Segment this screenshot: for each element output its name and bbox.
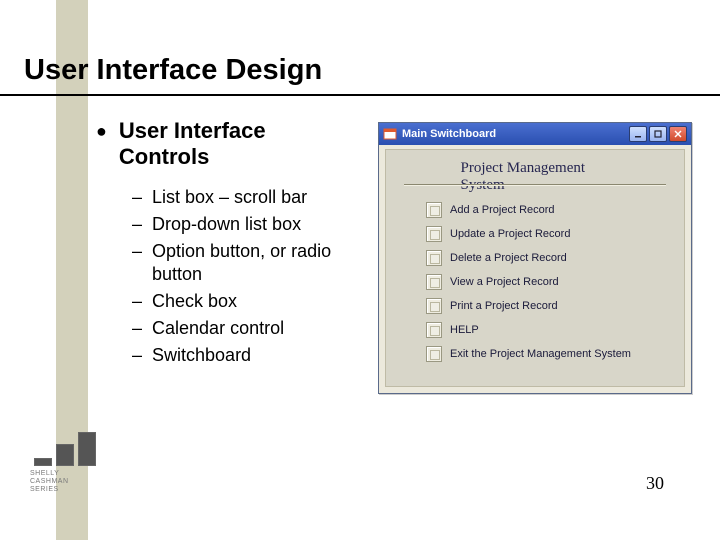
logo-bar-icon	[34, 458, 52, 466]
logo-bar-icon	[78, 432, 96, 466]
list-item: – List box – scroll bar	[132, 186, 372, 209]
close-button[interactable]	[669, 126, 687, 142]
dash-icon: –	[132, 213, 142, 236]
menu-item[interactable]: Delete a Project Record	[426, 246, 666, 270]
dash-icon: –	[132, 186, 142, 209]
menu-item-label: Exit the Project Management System	[450, 348, 631, 360]
sub-bullet-list: – List box – scroll bar – Drop-down list…	[132, 186, 372, 371]
bullet-heading-line2: Controls	[119, 144, 266, 170]
panel-divider	[404, 184, 666, 186]
window-titlebar: Main Switchboard	[379, 123, 691, 145]
list-item: – Check box	[132, 290, 372, 313]
menu-button-icon[interactable]	[426, 250, 442, 266]
slide-title: User Interface Design	[24, 54, 322, 87]
sub-item-label: Check box	[152, 290, 237, 313]
sub-item-label: Drop-down list box	[152, 213, 301, 236]
logo-bar-icon	[56, 444, 74, 466]
window-body: Project Management System Add a Project …	[385, 149, 685, 387]
title-underline	[0, 94, 720, 96]
slide: User Interface Design ● User Interface C…	[0, 0, 720, 540]
bullet-heading: ● User Interface Controls	[96, 118, 356, 170]
list-item: – Calendar control	[132, 317, 372, 340]
series-logo: SHELLY CASHMAN SERIES	[30, 420, 102, 494]
list-item: – Option button, or radio button	[132, 240, 372, 286]
bullet-dot-icon: ●	[96, 118, 107, 144]
menu-item-label: Update a Project Record	[450, 228, 570, 240]
menu-item-label: Print a Project Record	[450, 300, 558, 312]
menu-button-icon[interactable]	[426, 274, 442, 290]
maximize-button[interactable]	[649, 126, 667, 142]
menu-item[interactable]: Add a Project Record	[426, 198, 666, 222]
logo-line: CASHMAN	[30, 478, 102, 486]
switchboard-menu: Add a Project Record Update a Project Re…	[426, 198, 666, 366]
page-number: 30	[646, 473, 664, 494]
app-icon	[383, 127, 397, 141]
menu-item-label: Delete a Project Record	[450, 252, 567, 264]
sub-item-label: Option button, or radio button	[152, 240, 372, 286]
panel-title: Project Management System	[461, 160, 610, 194]
sub-item-label: Calendar control	[152, 317, 284, 340]
menu-button-icon[interactable]	[426, 202, 442, 218]
menu-button-icon[interactable]	[426, 298, 442, 314]
logo-text: SHELLY CASHMAN SERIES	[30, 470, 102, 494]
menu-item-label: HELP	[450, 324, 479, 336]
menu-item[interactable]: Print a Project Record	[426, 294, 666, 318]
list-item: – Drop-down list box	[132, 213, 372, 236]
menu-item-label: View a Project Record	[450, 276, 559, 288]
window-title: Main Switchboard	[402, 128, 629, 140]
sub-item-label: Switchboard	[152, 344, 251, 367]
menu-item[interactable]: View a Project Record	[426, 270, 666, 294]
menu-item-label: Add a Project Record	[450, 204, 555, 216]
logo-line: SHELLY	[30, 470, 102, 478]
dash-icon: –	[132, 317, 142, 340]
window-buttons	[629, 126, 687, 142]
bullet-heading-line1: User Interface	[119, 118, 266, 144]
menu-button-icon[interactable]	[426, 322, 442, 338]
menu-button-icon[interactable]	[426, 346, 442, 362]
dash-icon: –	[132, 344, 142, 367]
dash-icon: –	[132, 290, 142, 313]
menu-item[interactable]: Update a Project Record	[426, 222, 666, 246]
minimize-button[interactable]	[629, 126, 647, 142]
sub-item-label: List box – scroll bar	[152, 186, 307, 209]
switchboard-window: Main Switchboard Project Management Syst…	[378, 122, 692, 394]
menu-item[interactable]: Exit the Project Management System	[426, 342, 666, 366]
list-item: – Switchboard	[132, 344, 372, 367]
dash-icon: –	[132, 240, 142, 263]
logo-line: SERIES	[30, 486, 102, 494]
menu-item[interactable]: HELP	[426, 318, 666, 342]
menu-button-icon[interactable]	[426, 226, 442, 242]
